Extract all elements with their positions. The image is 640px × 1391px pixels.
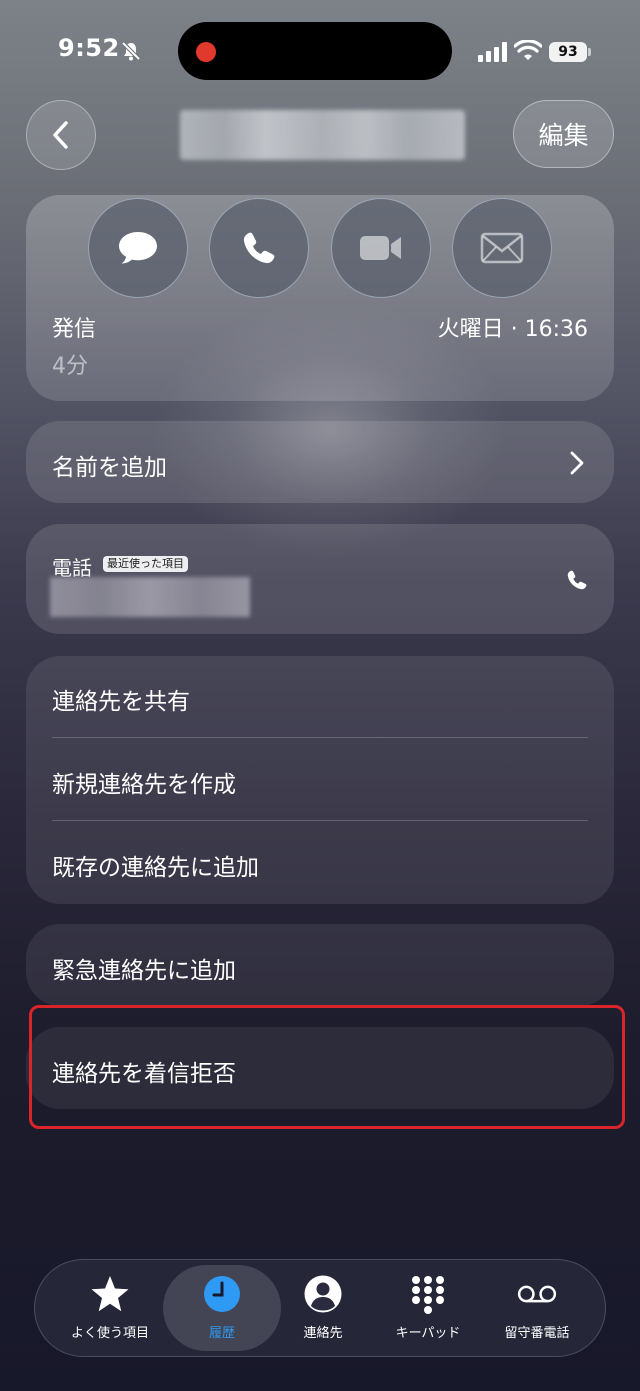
battery-indicator: 93 [549, 42, 587, 62]
keypad-icon [412, 1276, 444, 1314]
tab-recents-label: 履歴 [208, 1326, 235, 1341]
star-icon [91, 1276, 129, 1312]
voicemail-icon [517, 1285, 557, 1303]
recent-badge: 最近使った項目 [103, 556, 188, 572]
tab-contacts-label: 連絡先 [303, 1326, 343, 1341]
message-button[interactable] [88, 198, 188, 298]
divider [52, 820, 588, 821]
call-duration: 4分 [52, 354, 88, 379]
tab-favorites-label: よく使う項目 [70, 1326, 149, 1341]
dynamic-island [178, 22, 452, 80]
share-contact-item[interactable]: 連絡先を共有 [52, 682, 190, 716]
contact-number-blurred [180, 110, 465, 160]
mail-icon [480, 232, 524, 264]
clock-icon [204, 1276, 240, 1312]
chevron-right-icon [570, 451, 584, 475]
highlight-annotation [29, 1005, 625, 1129]
wifi-icon [514, 40, 542, 60]
message-icon [119, 232, 157, 264]
tab-keypad-label: キーパッド [395, 1326, 461, 1341]
tab-recents[interactable]: 履歴 [167, 1268, 277, 1350]
tab-voicemail[interactable]: 留守番電話 [482, 1268, 592, 1350]
video-call-button[interactable] [331, 198, 431, 298]
chevron-left-icon [53, 121, 68, 149]
back-button[interactable] [26, 100, 96, 170]
call-button[interactable] [209, 198, 309, 298]
tab-contacts[interactable]: 連絡先 [268, 1268, 378, 1350]
call-type-label: 発信 [52, 317, 97, 342]
mail-button[interactable] [452, 198, 552, 298]
bell-muted-icon [121, 41, 141, 61]
create-contact-item[interactable]: 新規連絡先を作成 [52, 765, 236, 799]
phone-icon [243, 232, 275, 264]
status-time: 9:52 [58, 34, 120, 62]
cellular-signal-icon [478, 42, 507, 62]
divider [52, 737, 588, 738]
tab-keypad[interactable]: キーパッド [373, 1268, 483, 1350]
add-name-label: 名前を追加 [52, 455, 167, 481]
phone-icon[interactable] [566, 569, 588, 591]
add-to-existing-item[interactable]: 既存の連絡先に追加 [52, 848, 259, 882]
recording-indicator-icon [196, 42, 216, 62]
call-timestamp: 火曜日 · 16:36 [437, 317, 588, 342]
tab-favorites[interactable]: よく使う項目 [55, 1268, 165, 1350]
phone-number-blurred [50, 577, 250, 617]
person-icon [304, 1275, 342, 1313]
tab-voicemail-label: 留守番電話 [504, 1326, 570, 1341]
battery-tip [588, 48, 591, 56]
video-icon [360, 236, 401, 260]
edit-button[interactable]: 編集 [513, 100, 614, 168]
add-emergency-contact-label: 緊急連絡先に追加 [52, 958, 236, 984]
